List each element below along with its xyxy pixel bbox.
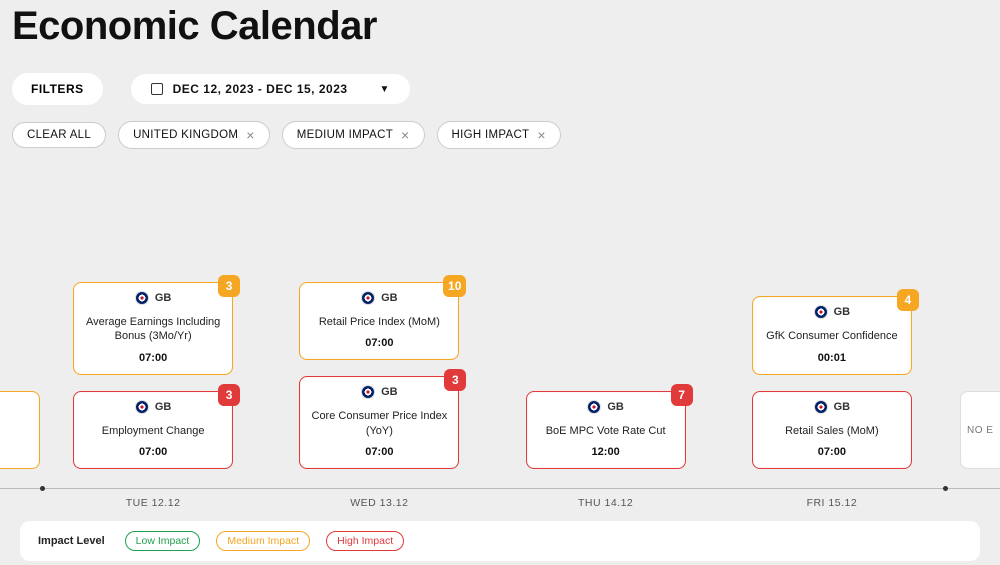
filter-chip-label: HIGH IMPACT xyxy=(452,129,530,141)
close-icon[interactable]: × xyxy=(537,128,545,142)
event-card[interactable]: 3GBAverage Earnings Including Bonus (3Mo… xyxy=(73,282,233,375)
clear-all-chip[interactable]: CLEAR ALL xyxy=(12,122,106,148)
event-count-badge: 7 xyxy=(671,384,693,406)
gb-flag-icon xyxy=(361,385,375,399)
country-code: GB xyxy=(381,292,398,304)
axis-day-label: FRI 15.12 xyxy=(719,497,945,509)
gb-flag-icon xyxy=(135,400,149,414)
legend-medium: Medium Impact xyxy=(216,531,310,551)
event-count-badge: 4 xyxy=(897,289,919,311)
country-code: GB xyxy=(381,386,398,398)
calendar-icon xyxy=(151,83,163,95)
country-code: GB xyxy=(834,306,851,318)
event-card[interactable]: 4GBGfK Consumer Confidence00:01 xyxy=(752,296,912,374)
event-country: GB xyxy=(759,305,905,319)
axis-day-label: THU 14.12 xyxy=(493,497,719,509)
event-title: Average Earnings Including Bonus (3Mo/Yr… xyxy=(80,315,226,344)
axis-tick xyxy=(943,486,948,491)
caret-down-icon: ▼ xyxy=(380,84,390,95)
country-code: GB xyxy=(607,401,624,413)
event-count-badge: 3 xyxy=(444,369,466,391)
gb-flag-icon xyxy=(814,400,828,414)
close-icon[interactable]: × xyxy=(246,128,254,142)
filter-chip[interactable]: HIGH IMPACT × xyxy=(437,121,561,149)
legend-label: Impact Level xyxy=(38,535,105,547)
event-title: Employment Change xyxy=(80,424,226,438)
filter-chip[interactable]: UNITED KINGDOM × xyxy=(118,121,270,149)
event-country: GB xyxy=(759,400,905,414)
event-title: BoE MPC Vote Rate Cut xyxy=(533,424,679,438)
event-time: 07:00 xyxy=(80,446,226,458)
gb-flag-icon xyxy=(361,291,375,305)
event-time: 07:00 xyxy=(306,337,452,349)
axis-tick xyxy=(40,486,45,491)
legend-high: High Impact xyxy=(326,531,404,551)
event-card[interactable]: 10GBRetail Price Index (MoM)07:00 xyxy=(299,282,459,360)
event-count-badge: 10 xyxy=(443,275,466,297)
event-time: 07:00 xyxy=(759,446,905,458)
filter-chip-label: UNITED KINGDOM xyxy=(133,129,238,141)
gb-flag-icon xyxy=(587,400,601,414)
event-country: GB xyxy=(306,385,452,399)
legend-bar: Impact Level Low Impact Medium Impact Hi… xyxy=(20,521,980,561)
event-time: 07:00 xyxy=(306,446,452,458)
country-code: GB xyxy=(834,401,851,413)
event-card[interactable]: 3GBEmployment Change07:00 xyxy=(73,391,233,469)
event-title: Retail Price Index (MoM) xyxy=(306,315,452,329)
axis-day-label: TUE 12.12 xyxy=(40,497,266,509)
axis-day-label: WED 13.12 xyxy=(266,497,492,509)
event-time: 00:01 xyxy=(759,352,905,364)
event-card[interactable]: 3GBCore Consumer Price Index (YoY)07:00 xyxy=(299,376,459,469)
gb-flag-icon xyxy=(814,305,828,319)
date-range-picker[interactable]: DEC 12, 2023 - DEC 15, 2023 ▼ xyxy=(131,74,410,104)
filters-button[interactable]: FILTERS xyxy=(12,73,103,105)
next-day-peek[interactable]: NO E xyxy=(960,391,1000,469)
event-count-badge: 3 xyxy=(218,384,240,406)
event-title: GfK Consumer Confidence xyxy=(759,329,905,343)
event-title: Retail Sales (MoM) xyxy=(759,424,905,438)
event-count-badge: 3 xyxy=(218,275,240,297)
country-code: GB xyxy=(155,292,172,304)
date-range-label: DEC 12, 2023 - DEC 15, 2023 xyxy=(173,82,348,96)
event-time: 12:00 xyxy=(533,446,679,458)
event-country: GB xyxy=(80,400,226,414)
page-title: Economic Calendar xyxy=(12,4,988,49)
event-country: GB xyxy=(306,291,452,305)
timeline: 3 GB Average Earnings Including Bonus (3Mo… xyxy=(0,164,1000,509)
timeline-axis xyxy=(0,488,1000,489)
country-code: GB xyxy=(155,401,172,413)
filter-chips-row: CLEAR ALL UNITED KINGDOM × MEDIUM IMPACT… xyxy=(12,121,988,149)
event-time: 07:00 xyxy=(80,352,226,364)
event-title: Core Consumer Price Index (YoY) xyxy=(306,409,452,438)
filter-chip-label: MEDIUM IMPACT xyxy=(297,129,393,141)
controls-row: FILTERS DEC 12, 2023 - DEC 15, 2023 ▼ xyxy=(12,73,988,105)
event-card[interactable]: 7GBBoE MPC Vote Rate Cut12:00 xyxy=(526,391,686,469)
gb-flag-icon xyxy=(135,291,149,305)
legend-low: Low Impact xyxy=(125,531,201,551)
event-country: GB xyxy=(80,291,226,305)
prev-day-peek[interactable] xyxy=(0,391,40,469)
filter-chip[interactable]: MEDIUM IMPACT × xyxy=(282,121,425,149)
event-country: GB xyxy=(533,400,679,414)
event-card[interactable]: GB Retail Sales (MoM) 07:00 xyxy=(752,391,912,469)
close-icon[interactable]: × xyxy=(401,128,409,142)
